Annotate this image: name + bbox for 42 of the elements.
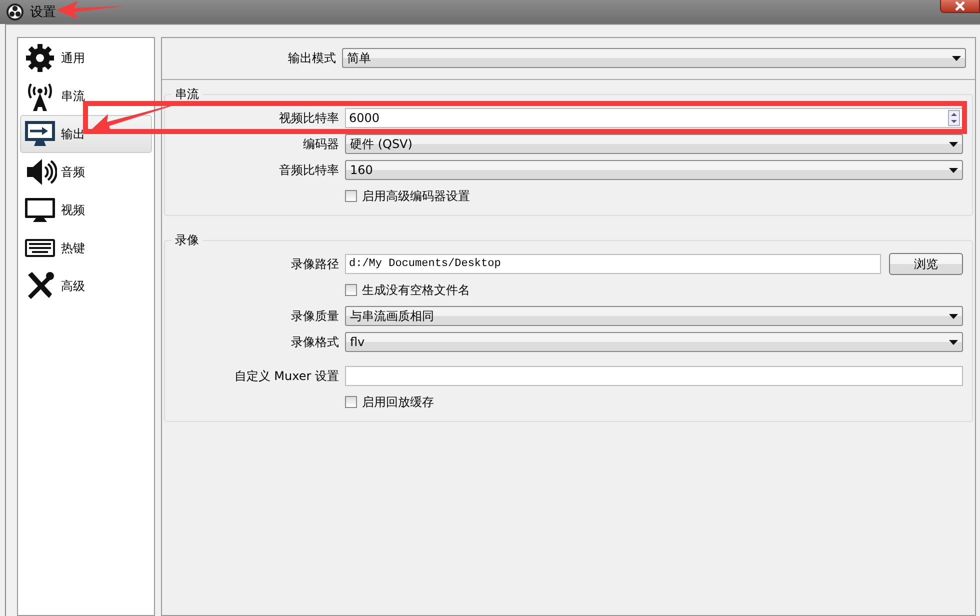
checkbox[interactable] — [345, 190, 357, 202]
dropdown[interactable]: 160 — [345, 160, 963, 180]
window-title: 设置 — [30, 4, 56, 21]
input-field[interactable] — [345, 366, 963, 386]
field-label: 编码器 — [302, 136, 339, 152]
sidebar-item[interactable]: 音频 — [20, 153, 152, 191]
field-label: 录像质量 — [290, 308, 339, 324]
field-label: 录像格式 — [290, 334, 339, 350]
app-logo-icon — [6, 3, 24, 21]
checkbox-label: 生成没有空格文件名 — [362, 282, 470, 298]
checkbox[interactable] — [345, 284, 357, 296]
sidebar-item[interactable]: 热键 — [20, 229, 152, 267]
field-label: 音频比特率 — [278, 162, 339, 178]
close-button[interactable] — [940, 0, 980, 13]
field-label: 视频比特率 — [278, 110, 339, 126]
annotation-arrow — [56, 1, 125, 19]
checkbox-label: 启用高级编码器设置 — [362, 188, 470, 204]
gear-icon — [23, 41, 57, 75]
input-field[interactable]: d:/My Documents/Desktop — [345, 254, 881, 274]
checkbox-label: 启用回放缓存 — [362, 394, 434, 410]
caret-icon — [952, 56, 961, 60]
browse-button[interactable]: 浏览 — [889, 253, 963, 275]
dropdown[interactable]: flv — [345, 332, 963, 352]
dropdown[interactable]: 简单 — [342, 48, 966, 68]
checkbox[interactable] — [345, 396, 357, 408]
caret-icon — [949, 340, 958, 344]
caret-icon — [949, 142, 958, 146]
sidebar-item[interactable]: 串流 — [20, 77, 152, 115]
dropdown[interactable]: 硬件 (QSV) — [345, 134, 963, 154]
sidebar-item[interactable]: 高级 — [20, 267, 152, 305]
spin-box[interactable]: 6000 — [345, 108, 963, 128]
caret-icon — [949, 314, 958, 318]
group-title: 录像 — [171, 232, 203, 249]
dropdown[interactable]: 与串流画质相同 — [345, 306, 963, 326]
spinner-arrows-icon — [948, 110, 960, 126]
sidebar-item[interactable]: 通用 — [20, 39, 152, 77]
field-label: 输出模式 — [287, 50, 336, 66]
close-icon — [955, 1, 965, 11]
caret-icon — [949, 168, 958, 172]
field-label: 自定义 Muxer 设置 — [233, 368, 339, 384]
sidebar-item[interactable]: 视频 — [20, 191, 152, 229]
field-label: 录像路径 — [290, 256, 339, 272]
